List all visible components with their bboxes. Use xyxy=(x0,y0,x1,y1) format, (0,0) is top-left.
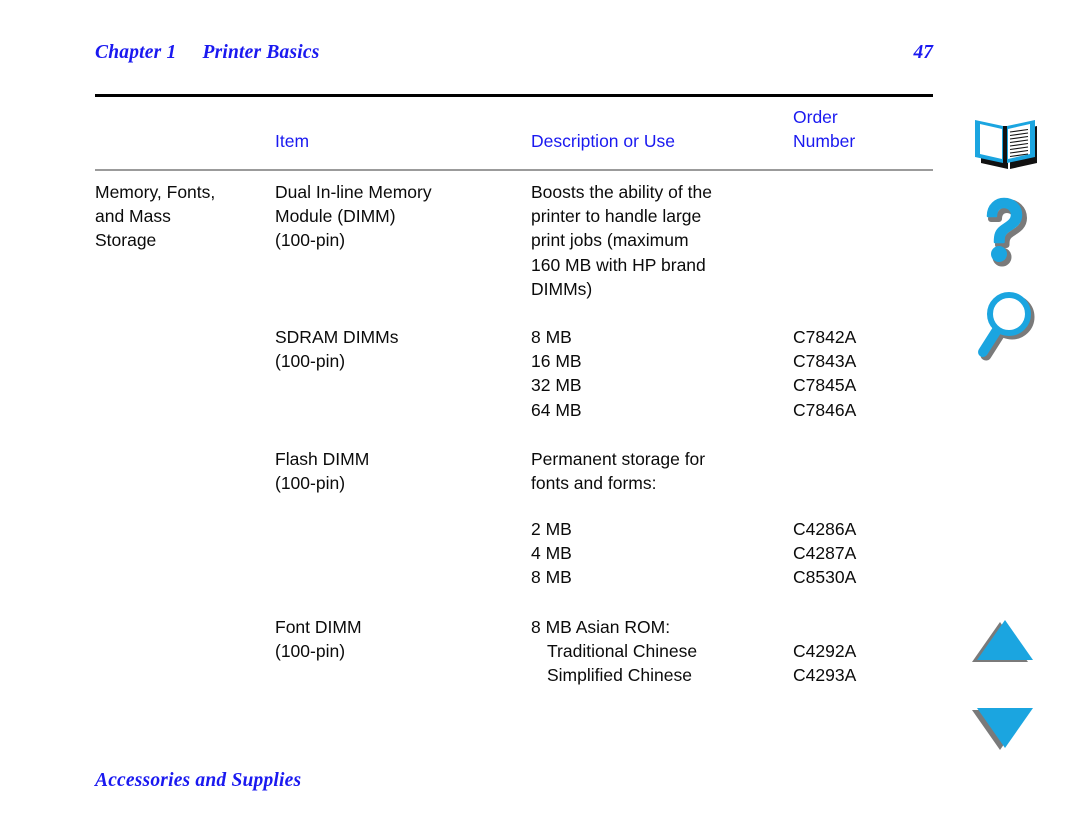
previous-page-button[interactable] xyxy=(950,612,1060,668)
table-body: Memory, Fonts, and Mass Storage Dual In-… xyxy=(95,180,933,689)
table-row: Flash DIMM (100-pin) Permanent storage f… xyxy=(95,447,933,517)
column-header-item: Item xyxy=(275,131,310,151)
question-mark-icon xyxy=(974,197,1036,273)
triangle-up-icon xyxy=(972,617,1038,663)
page-number: 47 xyxy=(913,42,934,63)
cell-order-number: C7842A C7843A C7845A C7846A xyxy=(793,327,857,420)
table-row: Font DIMM (100-pin) 8 MB Asian ROM: xyxy=(95,615,933,661)
table-row: 2 MB 4 MB 8 MB C4286A C4287A C8530A xyxy=(95,517,933,615)
magnifying-glass-icon xyxy=(971,290,1039,362)
column-header-description: Description or Use xyxy=(531,131,675,151)
document-page: Chapter 1 Printer Basics 47 Item Descript… xyxy=(0,0,1080,834)
chapter-title: Printer Basics xyxy=(202,42,320,63)
next-page-button[interactable] xyxy=(950,700,1060,756)
cell-order-number: C4286A C4287A C8530A xyxy=(793,519,857,588)
cell-item: Memory, Fonts, and Mass Storage xyxy=(95,182,216,251)
column-header-order-number: Order Number xyxy=(793,107,856,151)
cell-order-number: C4292A C4293A xyxy=(793,641,857,686)
running-footer: Accessories and Supplies xyxy=(95,770,302,791)
search-button[interactable] xyxy=(950,286,1060,366)
cell-subitem: Flash DIMM (100-pin) xyxy=(275,449,370,494)
running-header: Chapter 1 Printer Basics 47 xyxy=(95,42,933,72)
header-rule xyxy=(95,94,933,97)
accessories-table: Item Description or Use Order Number xyxy=(95,100,933,169)
navigation-rail xyxy=(950,0,1060,834)
cell-description: Permanent storage for fonts and forms: xyxy=(531,449,706,494)
cell-description: Traditional Chinese Simplified Chinese xyxy=(547,641,698,686)
table-header-rule xyxy=(95,169,933,171)
contents-button[interactable] xyxy=(950,106,1060,178)
chapter-label: Chapter 1 xyxy=(95,42,177,63)
chapter-breadcrumb: Chapter 1 Printer Basics xyxy=(95,42,320,64)
table-row: SDRAM DIMMs (100-pin) 8 MB 16 MB 32 MB 6… xyxy=(95,325,933,447)
table-row: Memory, Fonts, and Mass Storage Dual In-… xyxy=(95,180,933,325)
cell-subitem: Dual In-line Memory Module (DIMM) (100-p… xyxy=(275,182,432,251)
table-header-row: Item Description or Use Order Number xyxy=(95,100,933,169)
open-book-icon xyxy=(969,113,1041,171)
triangle-down-icon xyxy=(972,705,1038,751)
cell-subitem: SDRAM DIMMs (100-pin) xyxy=(275,327,399,372)
cell-description: Boosts the ability of the printer to han… xyxy=(531,182,712,299)
cell-description: 8 MB Asian ROM: xyxy=(531,617,671,637)
table-row: Traditional Chinese Simplified Chinese C… xyxy=(95,639,933,689)
help-button[interactable] xyxy=(950,194,1060,276)
cell-description: 2 MB 4 MB 8 MB xyxy=(531,519,572,588)
cell-description: 8 MB 16 MB 32 MB 64 MB xyxy=(531,327,582,420)
